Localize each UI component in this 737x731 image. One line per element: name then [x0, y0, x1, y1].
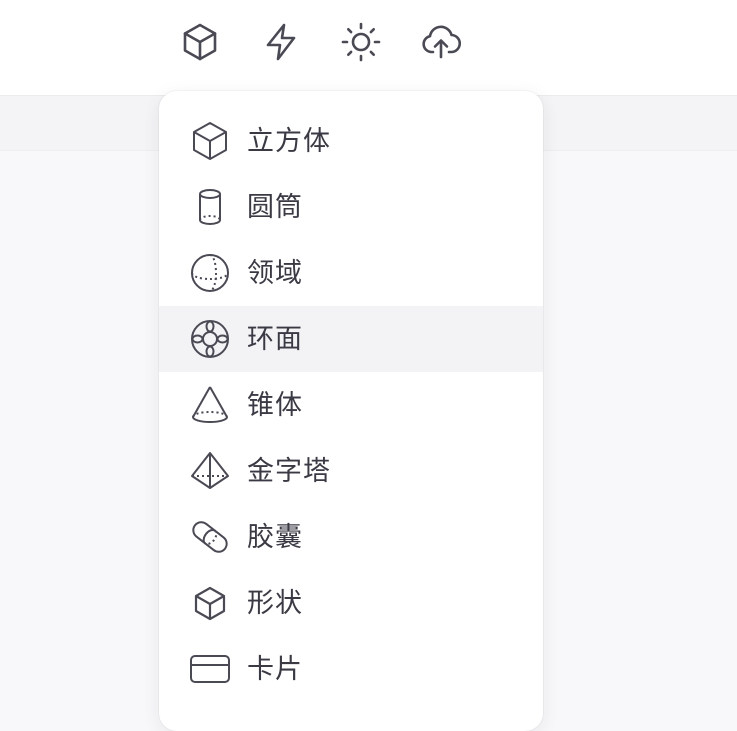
menu-item-card[interactable]: 卡片 — [159, 636, 543, 702]
upload-toolbar-button[interactable] — [419, 20, 463, 64]
lightning-icon — [266, 23, 296, 61]
menu-item-label: 立方体 — [247, 125, 331, 157]
menu-item-label: 圆筒 — [247, 191, 303, 223]
torus-icon — [188, 317, 232, 361]
cloud-upload-icon — [422, 25, 461, 59]
menu-item-pyramid[interactable]: 金字塔 — [159, 438, 543, 504]
menu-item-label: 卡片 — [247, 653, 303, 685]
cube-icon — [183, 23, 217, 61]
menu-item-torus[interactable]: 环面 — [159, 306, 543, 372]
menu-item-sphere[interactable]: 领域 — [159, 240, 543, 306]
cube-toolbar-button[interactable] — [178, 20, 222, 64]
menu-item-shape[interactable]: 形状 — [159, 570, 543, 636]
capsule-icon — [188, 515, 232, 559]
menu-item-cube[interactable]: 立方体 — [159, 108, 543, 174]
menu-item-label: 领域 — [247, 257, 303, 289]
top-toolbar — [0, 0, 737, 96]
cylinder-icon — [188, 185, 232, 229]
shape-icon — [188, 581, 232, 625]
menu-item-label: 锥体 — [247, 389, 303, 421]
cone-icon — [188, 383, 232, 427]
menu-item-label: 胶囊 — [247, 521, 303, 553]
menu-item-capsule[interactable]: 胶囊 — [159, 504, 543, 570]
lighting-toolbar-button[interactable] — [339, 20, 383, 64]
sphere-icon — [188, 251, 232, 295]
lightning-toolbar-button[interactable] — [259, 20, 303, 64]
sun-icon — [341, 22, 381, 62]
menu-item-cone[interactable]: 锥体 — [159, 372, 543, 438]
cube-icon — [188, 119, 232, 163]
menu-item-label: 环面 — [247, 323, 303, 355]
menu-item-label: 形状 — [247, 587, 303, 619]
card-icon — [188, 647, 232, 691]
add-shape-menu: 立方体 圆筒 领域 环面 锥体 金字塔 胶囊 形状 卡片 — [159, 91, 543, 731]
pyramid-icon — [188, 449, 232, 493]
menu-item-cylinder[interactable]: 圆筒 — [159, 174, 543, 240]
menu-item-label: 金字塔 — [247, 455, 331, 487]
